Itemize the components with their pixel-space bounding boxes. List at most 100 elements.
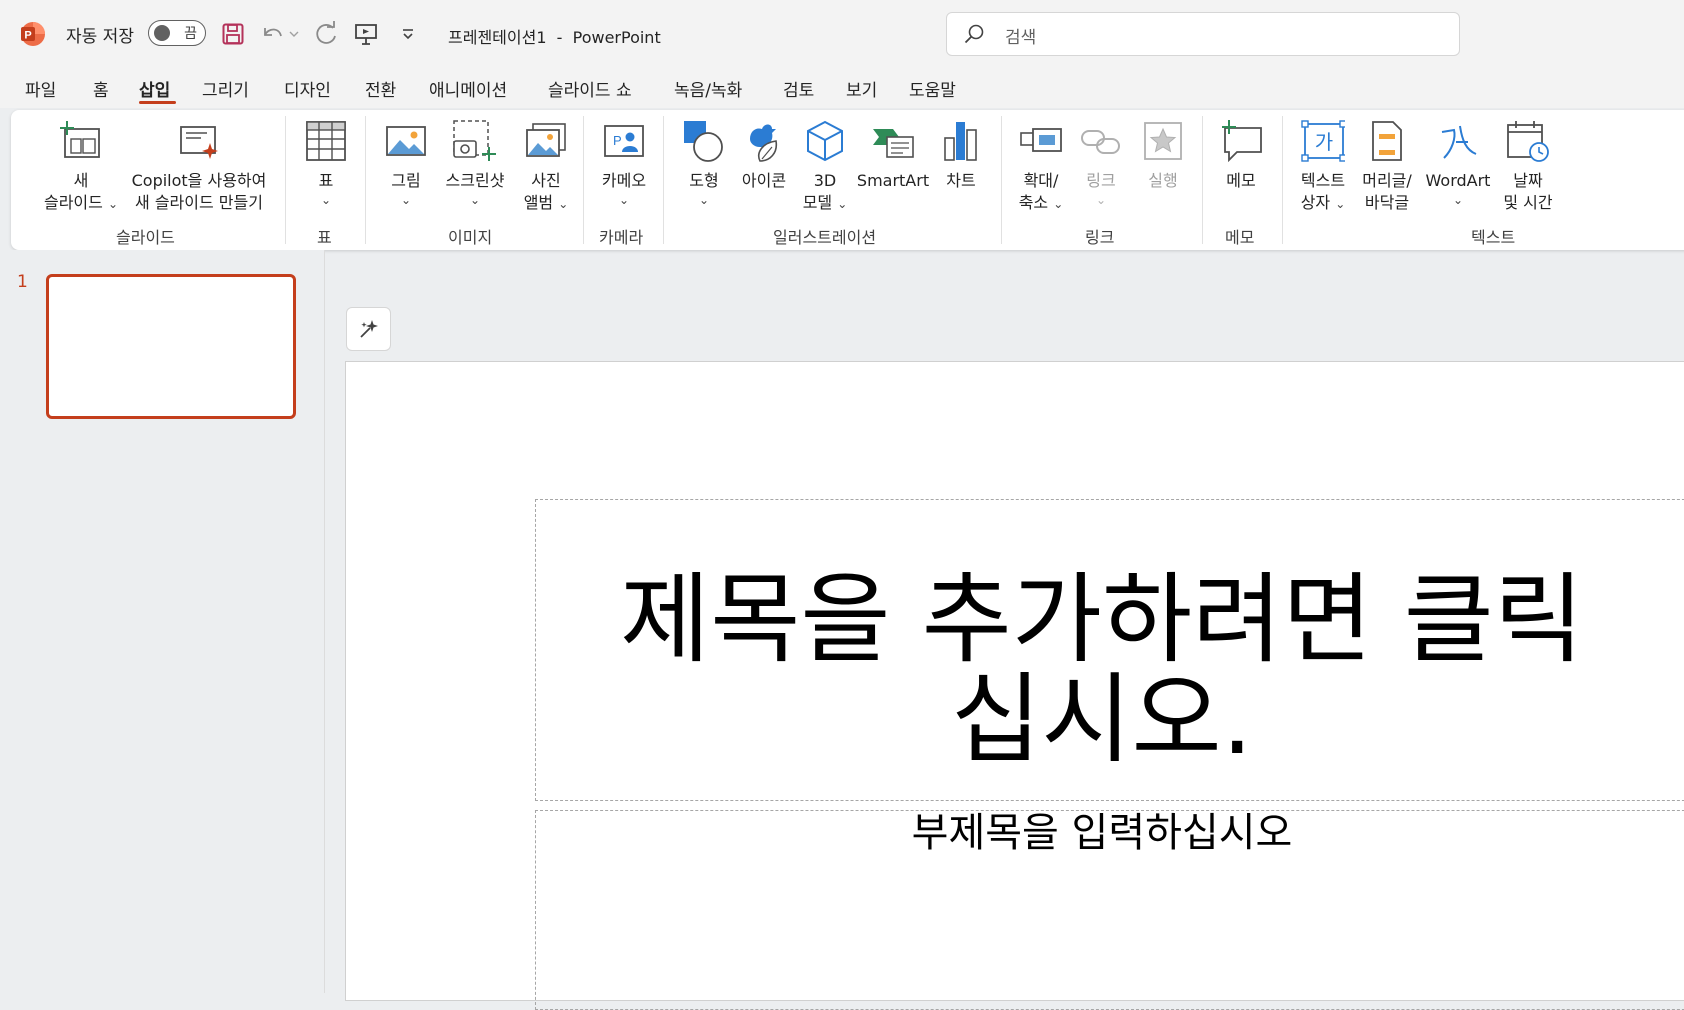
copilot-slide-icon	[176, 118, 222, 164]
chevron-down-icon: ⌄	[107, 197, 119, 211]
smartart-button[interactable]: SmartArt	[857, 118, 929, 192]
picture-label: 그림	[391, 171, 421, 190]
title-line-2: 십시오.	[951, 663, 1253, 777]
group-separator	[1282, 116, 1283, 244]
textbox-label-2: 상자	[1300, 193, 1331, 212]
table-button[interactable]: 표 ⌄	[300, 118, 352, 208]
table-label: 표	[318, 171, 334, 190]
group-separator	[1202, 116, 1203, 244]
designer-copilot-button[interactable]	[346, 307, 391, 351]
3d-models-label-2: 모델	[802, 193, 833, 212]
textbox-label-row: 상자 ⌄	[1301, 192, 1346, 214]
action-button[interactable]: 실행	[1137, 118, 1189, 192]
cameo-button[interactable]: P 카메오 ⌄	[595, 118, 653, 208]
undo-dropdown-icon[interactable]	[286, 20, 302, 48]
tab-insert[interactable]: 삽입	[139, 76, 170, 101]
date-time-label-1: 날짜	[1513, 171, 1543, 190]
search-box[interactable]: 검색	[946, 12, 1460, 56]
cameo-icon: P	[601, 118, 647, 164]
smartart-icon	[870, 118, 916, 164]
redo-icon[interactable]	[312, 20, 340, 48]
photo-album-button[interactable]: 사진 앨범 ⌄	[515, 118, 577, 214]
chevron-down-icon: ⌄	[698, 193, 710, 207]
group-tables-label: 표	[317, 228, 332, 247]
zoom-button[interactable]: 확대/ 축소 ⌄	[1015, 118, 1067, 214]
cube-icon	[802, 118, 848, 164]
screenshot-icon	[452, 118, 498, 164]
tab-review[interactable]: 검토	[783, 76, 814, 101]
picture-button[interactable]: 그림 ⌄	[381, 118, 431, 208]
comment-icon	[1218, 118, 1264, 164]
customize-quick-access-icon[interactable]	[394, 20, 422, 48]
tab-help[interactable]: 도움말	[909, 76, 956, 101]
picture-icon	[383, 118, 429, 164]
new-slide-icon	[58, 118, 104, 164]
chart-button[interactable]: 차트	[935, 118, 987, 192]
copilot-label-1: Copilot을 사용하여	[131, 171, 267, 190]
autosave-toggle[interactable]: 끔	[148, 20, 206, 46]
shapes-label: 도형	[689, 171, 719, 190]
chevron-down-icon: ⌄	[1095, 193, 1107, 207]
group-slides-label: 슬라이드	[116, 228, 175, 247]
new-slide-label-row: 슬라이드 ⌄	[44, 192, 118, 214]
calendar-icon	[1505, 118, 1551, 164]
photo-album-label-2: 앨범	[523, 193, 554, 212]
new-slide-button[interactable]: 새 슬라이드 ⌄	[31, 118, 131, 214]
active-tab-indicator	[139, 101, 176, 104]
tab-view[interactable]: 보기	[846, 76, 877, 101]
undo-icon[interactable]	[258, 20, 286, 48]
header-footer-label-1: 머리글/	[1362, 171, 1412, 190]
toggle-knob	[154, 25, 170, 41]
group-illustrations-label: 일러스트레이션	[773, 228, 877, 247]
link-icon	[1078, 118, 1124, 164]
copilot-label-2: 새 슬라이드 만들기	[135, 193, 263, 212]
action-star-icon	[1140, 118, 1186, 164]
autosave-label: 자동 저장	[66, 26, 134, 47]
shapes-button[interactable]: 도형 ⌄	[679, 118, 729, 208]
header-footer-button[interactable]: 머리글/ 바닥글	[1355, 118, 1419, 214]
subtitle-placeholder-text: 부제목을 입력하십시오	[911, 810, 1293, 856]
tab-transitions[interactable]: 전환	[365, 76, 396, 101]
slide-number: 1	[17, 272, 28, 292]
date-time-label-2: 및 시간	[1503, 193, 1553, 212]
tab-slideshow[interactable]: 슬라이드 쇼	[548, 76, 632, 101]
tab-home[interactable]: 홈	[93, 76, 109, 101]
document-title: 프레젠테이션1 - PowerPoint	[448, 28, 661, 47]
table-icon	[303, 118, 349, 164]
smartart-label: SmartArt	[856, 171, 930, 190]
tab-draw[interactable]: 그리기	[202, 76, 249, 101]
3d-models-button[interactable]: 3D 모델 ⌄	[799, 118, 851, 214]
powerpoint-app-icon[interactable]: P	[18, 20, 46, 48]
group-separator	[1001, 116, 1002, 244]
textbox-button[interactable]: 가 텍스트 상자 ⌄	[1295, 118, 1351, 214]
tab-animations[interactable]: 애니메이션	[429, 76, 507, 101]
tab-design[interactable]: 디자인	[284, 76, 331, 101]
link-button[interactable]: 링크 ⌄	[1075, 118, 1127, 208]
svg-text:가: 가	[1315, 130, 1333, 154]
save-icon[interactable]	[219, 20, 247, 48]
tab-record[interactable]: 녹음/녹화	[674, 76, 742, 101]
slide-thumbnail[interactable]	[46, 274, 296, 419]
icons-icon	[741, 118, 787, 164]
comment-button[interactable]: 메모	[1215, 118, 1267, 192]
group-separator	[285, 116, 286, 244]
icons-button[interactable]: 아이콘	[735, 118, 793, 192]
header-footer-icon	[1364, 118, 1410, 164]
icons-label: 아이콘	[741, 171, 787, 190]
autosave-state: 끔	[184, 26, 197, 42]
chevron-down-icon: ⌄	[837, 197, 848, 211]
shapes-icon	[681, 118, 727, 164]
wordart-button[interactable]: WordArt ⌄	[1423, 118, 1493, 208]
chart-label: 차트	[946, 171, 976, 190]
zoom-label-1: 확대/	[1023, 171, 1059, 190]
tab-file[interactable]: 파일	[25, 76, 56, 101]
cameo-label: 카메오	[601, 171, 647, 190]
textbox-label-1: 텍스트	[1300, 171, 1346, 190]
copilot-new-slide-button[interactable]: Copilot을 사용하여 새 슬라이드 만들기	[123, 118, 275, 214]
sparkle-wand-icon	[359, 320, 378, 338]
date-time-button[interactable]: 날짜 및 시간	[1495, 118, 1561, 214]
zoom-label-row: 축소 ⌄	[1019, 192, 1064, 214]
present-from-start-icon[interactable]	[352, 20, 380, 48]
chevron-down-icon: ⌄	[1452, 193, 1464, 207]
screenshot-button[interactable]: 스크린샷 ⌄	[439, 118, 511, 208]
